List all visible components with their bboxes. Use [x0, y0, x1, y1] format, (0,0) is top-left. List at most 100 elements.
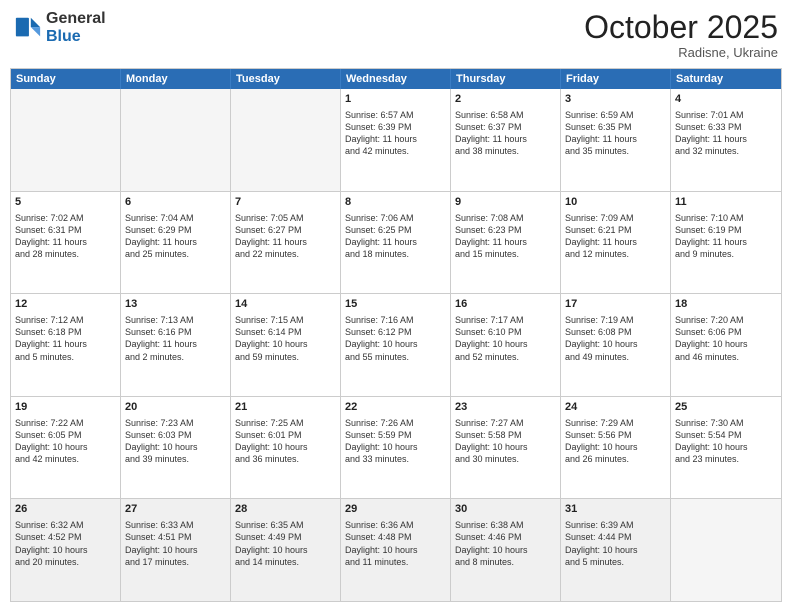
cell-info: Sunrise: 7:08 AM Sunset: 6:23 PM Dayligh… — [455, 212, 556, 261]
calendar-cell: 1 Sunrise: 6:57 AM Sunset: 6:39 PM Daylig… — [341, 89, 451, 191]
calendar-cell: 14 Sunrise: 7:15 AM Sunset: 6:14 PM Dayli… — [231, 294, 341, 396]
cell-info: Sunrise: 6:33 AM Sunset: 4:51 PM Dayligh… — [125, 519, 226, 568]
day-header-sunday: Sunday — [11, 69, 121, 89]
cell-info: Sunrise: 7:10 AM Sunset: 6:19 PM Dayligh… — [675, 212, 777, 261]
day-header-wednesday: Wednesday — [341, 69, 451, 89]
calendar-cell — [11, 89, 121, 191]
calendar-cell: 7Sunrise: 7:05 AM Sunset: 6:27 PM Daylig… — [231, 192, 341, 294]
cell-info: Sunrise: 6:58 AM Sunset: 6:37 PM Dayligh… — [455, 109, 556, 158]
week-row-5: 26Sunrise: 6:32 AM Sunset: 4:52 PM Dayli… — [11, 499, 781, 601]
header: General Blue October 2025 Radisne, Ukrai… — [10, 10, 782, 60]
day-number: 6 — [125, 195, 226, 210]
cell-info: Sunrise: 7:15 AM Sunset: 6:14 PM Dayligh… — [235, 314, 336, 363]
day-number: 22 — [345, 400, 446, 415]
day-header-tuesday: Tuesday — [231, 69, 341, 89]
day-number: 30 — [455, 502, 556, 517]
cell-info: Sunrise: 7:30 AM Sunset: 5:54 PM Dayligh… — [675, 417, 777, 466]
cell-info: Sunrise: 6:39 AM Sunset: 4:44 PM Dayligh… — [565, 519, 666, 568]
cell-info: Sunrise: 7:06 AM Sunset: 6:25 PM Dayligh… — [345, 212, 446, 261]
day-number: 19 — [15, 400, 116, 415]
calendar-cell: 20 Sunrise: 7:23 AM Sunset: 6:03 PM Dayli… — [121, 397, 231, 499]
day-number: 24 — [565, 400, 666, 415]
day-number: 16 — [455, 297, 556, 312]
day-header-saturday: Saturday — [671, 69, 781, 89]
calendar-cell: 16Sunrise: 7:17 AM Sunset: 6:10 PM Dayli… — [451, 294, 561, 396]
calendar-cell: 2 Sunrise: 6:58 AM Sunset: 6:37 PM Daylig… — [451, 89, 561, 191]
day-number: 2 — [455, 92, 556, 107]
day-number: 14 — [235, 297, 336, 312]
calendar-cell: 29 Sunrise: 6:36 AM Sunset: 4:48 PM Dayli… — [341, 499, 451, 601]
day-number: 1 — [345, 92, 446, 107]
day-number: 31 — [565, 502, 666, 517]
calendar-cell: 19Sunrise: 7:22 AM Sunset: 6:05 PM Dayli… — [11, 397, 121, 499]
day-number: 15 — [345, 297, 446, 312]
calendar-cell: 31 Sunrise: 6:39 AM Sunset: 4:44 PM Dayli… — [561, 499, 671, 601]
logo-icon — [14, 14, 42, 42]
calendar-cell — [671, 499, 781, 601]
cell-info: Sunrise: 7:29 AM Sunset: 5:56 PM Dayligh… — [565, 417, 666, 466]
calendar-cell: 15 Sunrise: 7:16 AM Sunset: 6:12 PM Dayli… — [341, 294, 451, 396]
cell-info: Sunrise: 6:36 AM Sunset: 4:48 PM Dayligh… — [345, 519, 446, 568]
calendar-cell: 23 Sunrise: 7:27 AM Sunset: 5:58 PM Dayli… — [451, 397, 561, 499]
calendar: SundayMondayTuesdayWednesdayThursdayFrid… — [10, 68, 782, 602]
calendar-cell: 21Sunrise: 7:25 AM Sunset: 6:01 PM Dayli… — [231, 397, 341, 499]
calendar-cell: 24 Sunrise: 7:29 AM Sunset: 5:56 PM Dayli… — [561, 397, 671, 499]
calendar-cell: 8 Sunrise: 7:06 AM Sunset: 6:25 PM Daylig… — [341, 192, 451, 294]
calendar-cell: 27 Sunrise: 6:33 AM Sunset: 4:51 PM Dayli… — [121, 499, 231, 601]
cell-info: Sunrise: 7:01 AM Sunset: 6:33 PM Dayligh… — [675, 109, 777, 158]
day-number: 5 — [15, 195, 116, 210]
calendar-header: SundayMondayTuesdayWednesdayThursdayFrid… — [11, 69, 781, 89]
day-number: 27 — [125, 502, 226, 517]
week-row-3: 12Sunrise: 7:12 AM Sunset: 6:18 PM Dayli… — [11, 294, 781, 397]
cell-info: Sunrise: 6:57 AM Sunset: 6:39 PM Dayligh… — [345, 109, 446, 158]
cell-info: Sunrise: 7:16 AM Sunset: 6:12 PM Dayligh… — [345, 314, 446, 363]
calendar-cell: 18Sunrise: 7:20 AM Sunset: 6:06 PM Dayli… — [671, 294, 781, 396]
day-number: 17 — [565, 297, 666, 312]
day-number: 11 — [675, 195, 777, 210]
day-number: 21 — [235, 400, 336, 415]
day-number: 12 — [15, 297, 116, 312]
cell-info: Sunrise: 7:13 AM Sunset: 6:16 PM Dayligh… — [125, 314, 226, 363]
cell-info: Sunrise: 7:27 AM Sunset: 5:58 PM Dayligh… — [455, 417, 556, 466]
calendar-cell: 17 Sunrise: 7:19 AM Sunset: 6:08 PM Dayli… — [561, 294, 671, 396]
cell-info: Sunrise: 6:35 AM Sunset: 4:49 PM Dayligh… — [235, 519, 336, 568]
day-header-thursday: Thursday — [451, 69, 561, 89]
calendar-cell: 5 Sunrise: 7:02 AM Sunset: 6:31 PM Daylig… — [11, 192, 121, 294]
cell-info: Sunrise: 7:20 AM Sunset: 6:06 PM Dayligh… — [675, 314, 777, 363]
day-number: 3 — [565, 92, 666, 107]
month-title: October 2025 — [584, 10, 778, 45]
day-number: 29 — [345, 502, 446, 517]
day-header-monday: Monday — [121, 69, 231, 89]
day-number: 20 — [125, 400, 226, 415]
day-number: 13 — [125, 297, 226, 312]
day-number: 8 — [345, 195, 446, 210]
calendar-cell: 6 Sunrise: 7:04 AM Sunset: 6:29 PM Daylig… — [121, 192, 231, 294]
calendar-cell: 10 Sunrise: 7:09 AM Sunset: 6:21 PM Dayli… — [561, 192, 671, 294]
cell-info: Sunrise: 6:32 AM Sunset: 4:52 PM Dayligh… — [15, 519, 116, 568]
cell-info: Sunrise: 7:23 AM Sunset: 6:03 PM Dayligh… — [125, 417, 226, 466]
day-number: 25 — [675, 400, 777, 415]
week-row-2: 5 Sunrise: 7:02 AM Sunset: 6:31 PM Daylig… — [11, 192, 781, 295]
cell-info: Sunrise: 7:02 AM Sunset: 6:31 PM Dayligh… — [15, 212, 116, 261]
calendar-cell: 4Sunrise: 7:01 AM Sunset: 6:33 PM Daylig… — [671, 89, 781, 191]
logo-text: General Blue — [46, 10, 106, 45]
calendar-cell: 25 Sunrise: 7:30 AM Sunset: 5:54 PM Dayli… — [671, 397, 781, 499]
calendar-cell: 9Sunrise: 7:08 AM Sunset: 6:23 PM Daylig… — [451, 192, 561, 294]
day-header-friday: Friday — [561, 69, 671, 89]
day-number: 10 — [565, 195, 666, 210]
week-row-1: 1 Sunrise: 6:57 AM Sunset: 6:39 PM Daylig… — [11, 89, 781, 192]
week-row-4: 19Sunrise: 7:22 AM Sunset: 6:05 PM Dayli… — [11, 397, 781, 500]
calendar-cell: 28Sunrise: 6:35 AM Sunset: 4:49 PM Dayli… — [231, 499, 341, 601]
cell-info: Sunrise: 6:38 AM Sunset: 4:46 PM Dayligh… — [455, 519, 556, 568]
cell-info: Sunrise: 7:09 AM Sunset: 6:21 PM Dayligh… — [565, 212, 666, 261]
cell-info: Sunrise: 7:05 AM Sunset: 6:27 PM Dayligh… — [235, 212, 336, 261]
cell-info: Sunrise: 7:19 AM Sunset: 6:08 PM Dayligh… — [565, 314, 666, 363]
cell-info: Sunrise: 7:04 AM Sunset: 6:29 PM Dayligh… — [125, 212, 226, 261]
day-number: 23 — [455, 400, 556, 415]
calendar-cell — [121, 89, 231, 191]
location-subtitle: Radisne, Ukraine — [584, 45, 778, 60]
calendar-body: 1 Sunrise: 6:57 AM Sunset: 6:39 PM Daylig… — [11, 89, 781, 601]
logo-general-text: General — [46, 10, 106, 28]
logo-blue-text: Blue — [46, 28, 106, 46]
calendar-cell: 26Sunrise: 6:32 AM Sunset: 4:52 PM Dayli… — [11, 499, 121, 601]
